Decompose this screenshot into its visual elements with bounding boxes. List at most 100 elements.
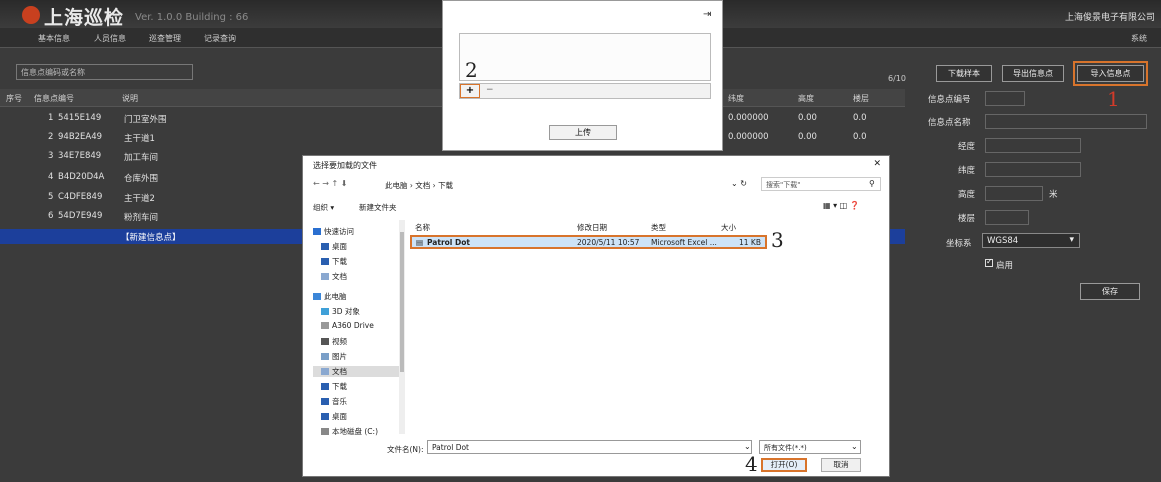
nav-documents[interactable]: 文档 xyxy=(321,271,347,282)
chevron-down-icon[interactable]: ⌄ xyxy=(851,442,858,451)
col-name[interactable]: 名称 xyxy=(415,222,430,233)
new-folder-button[interactable]: 新建文件夹 xyxy=(359,202,397,213)
menu-record-query[interactable]: 记录查询 xyxy=(204,33,236,44)
import-points-button[interactable]: 导入信息点 xyxy=(1073,61,1148,86)
remove-file-button[interactable]: − xyxy=(486,85,494,95)
upload-file-list[interactable] xyxy=(459,33,711,81)
point-code-field[interactable] xyxy=(985,91,1025,106)
chevron-down-icon: ▾ xyxy=(1069,235,1074,245)
col-type[interactable]: 类型 xyxy=(651,222,666,233)
nav-label: 音乐 xyxy=(332,397,347,406)
file-type-filter[interactable]: 所有文件(*.*) xyxy=(759,440,861,454)
row-floor: 0.0 xyxy=(853,113,867,123)
nav-3d-objects[interactable]: 3D 对象 xyxy=(321,306,360,317)
col-code: 信息点编号 xyxy=(34,94,74,103)
row-code: 94B2EA49 xyxy=(58,132,103,142)
file-size: 11 KB xyxy=(739,238,761,247)
breadcrumb-item[interactable]: 文档 xyxy=(415,181,430,190)
dialog-title: 选择要加载的文件 xyxy=(313,161,377,170)
enable-checkbox[interactable]: ✓ xyxy=(985,257,993,267)
nav-desktop[interactable]: 桌面 xyxy=(321,241,347,252)
download-sample-button[interactable]: 下载样本 xyxy=(936,65,992,82)
cube-icon xyxy=(321,308,329,315)
nav-a360[interactable]: A360 Drive xyxy=(321,321,374,330)
label-point-name: 信息点名称 xyxy=(928,118,971,128)
col-size[interactable]: 大小 xyxy=(721,222,736,233)
col-date[interactable]: 修改日期 xyxy=(577,222,607,233)
nav-quick-access[interactable]: 快速访问 xyxy=(313,226,354,237)
video-icon xyxy=(321,338,329,345)
altitude-field[interactable] xyxy=(985,186,1043,201)
nav-label: 图片 xyxy=(332,352,347,361)
nav-label: 本地磁盘 (C:) xyxy=(332,427,378,436)
step-2-marker: 2 xyxy=(465,58,478,82)
save-button[interactable]: 保存 xyxy=(1080,283,1140,300)
search-input[interactable]: 信息点编码或名称 xyxy=(16,64,193,80)
row-no: 6 xyxy=(48,211,54,221)
download-icon xyxy=(321,258,329,265)
breadcrumb-item[interactable]: 下载 xyxy=(438,181,453,190)
cancel-button[interactable]: 取消 xyxy=(821,458,861,472)
excel-file-icon: ▤ xyxy=(416,238,424,247)
menu-basic-info[interactable]: 基本信息 xyxy=(38,33,70,44)
nav-scrollbar[interactable] xyxy=(399,220,405,434)
chevron-down-icon[interactable]: ⌄ xyxy=(744,442,751,451)
document-icon xyxy=(321,273,329,280)
nav-videos[interactable]: 视频 xyxy=(321,336,347,347)
refresh-icon[interactable]: ⌄ ↻ xyxy=(731,179,747,188)
longitude-field[interactable] xyxy=(985,138,1081,153)
menu-personnel[interactable]: 人员信息 xyxy=(94,33,126,44)
nav-label: 文档 xyxy=(332,367,347,376)
point-name-field[interactable] xyxy=(985,114,1147,129)
nav-pictures[interactable]: 图片 xyxy=(321,351,347,362)
label-latitude: 纬度 xyxy=(958,166,976,176)
nav-local-disk[interactable]: 本地磁盘 (C:) xyxy=(321,426,378,437)
coord-system-select[interactable]: WGS84 ▾ xyxy=(982,233,1080,248)
latitude-field[interactable] xyxy=(985,162,1081,177)
file-row-patrol-dot[interactable]: ▤ Patrol Dot 2020/5/11 10:57 Microsoft E… xyxy=(410,235,767,249)
close-icon[interactable]: ✕ xyxy=(873,159,881,169)
picture-icon xyxy=(321,353,329,360)
row-lat: 0.000000 xyxy=(728,113,769,123)
nav-this-pc[interactable]: 此电脑 xyxy=(313,291,347,302)
scrollbar-thumb[interactable] xyxy=(400,232,404,372)
add-file-button[interactable]: + xyxy=(460,84,480,98)
nav-label: 3D 对象 xyxy=(332,307,360,316)
filename-input[interactable]: Patrol Dot xyxy=(427,440,752,454)
nav-label: 下载 xyxy=(332,257,347,266)
row-code: 54D7E949 xyxy=(58,211,103,221)
row-desc: 门卫室外围 xyxy=(124,115,167,125)
nav-label: A360 Drive xyxy=(332,321,374,330)
row-desc: 仓库外围 xyxy=(124,174,159,184)
upload-toolbar: + − xyxy=(459,83,711,99)
file-type: Microsoft Excel ... xyxy=(651,238,717,247)
company-name: 上海俊景电子有限公司 xyxy=(1064,13,1155,23)
breadcrumb-item[interactable]: 此电脑 xyxy=(385,181,408,190)
nav-arrows-icon[interactable]: ← → ↑ ⬇ xyxy=(313,179,347,188)
record-count: 6/10 xyxy=(888,74,906,83)
enable-label: 启用 xyxy=(996,261,1014,271)
altitude-unit: 米 xyxy=(1049,190,1058,200)
computer-icon xyxy=(313,293,321,300)
cloud-drive-icon xyxy=(321,322,329,329)
row-no: 1 xyxy=(48,113,54,123)
upload-button[interactable]: 上传 xyxy=(549,125,617,140)
open-button[interactable]: 打开(O) xyxy=(761,458,807,472)
menu-system[interactable]: 系统 xyxy=(1131,33,1147,44)
nav-music[interactable]: 音乐 xyxy=(321,396,347,407)
export-points-button[interactable]: 导出信息点 xyxy=(1002,65,1064,82)
organize-menu[interactable]: 组织 ▾ xyxy=(313,202,334,213)
nav-downloads-2[interactable]: 下载 xyxy=(321,381,347,392)
nav-label: 视频 xyxy=(332,337,347,346)
nav-desktop-2[interactable]: 桌面 xyxy=(321,411,347,422)
star-icon xyxy=(313,228,321,235)
nav-documents-2[interactable]: 文档 xyxy=(313,366,399,377)
search-field[interactable]: 搜索"下载" xyxy=(761,177,881,191)
exit-icon[interactable]: ⇥ xyxy=(703,9,711,20)
view-options-icon[interactable]: ▦ ▾ ◫ ❓ xyxy=(823,201,860,210)
col-alt: 高度 xyxy=(798,94,814,103)
music-icon xyxy=(321,398,329,405)
floor-field[interactable] xyxy=(985,210,1029,225)
nav-downloads[interactable]: 下载 xyxy=(321,256,347,267)
menu-patrol-manage[interactable]: 巡查管理 xyxy=(149,33,181,44)
